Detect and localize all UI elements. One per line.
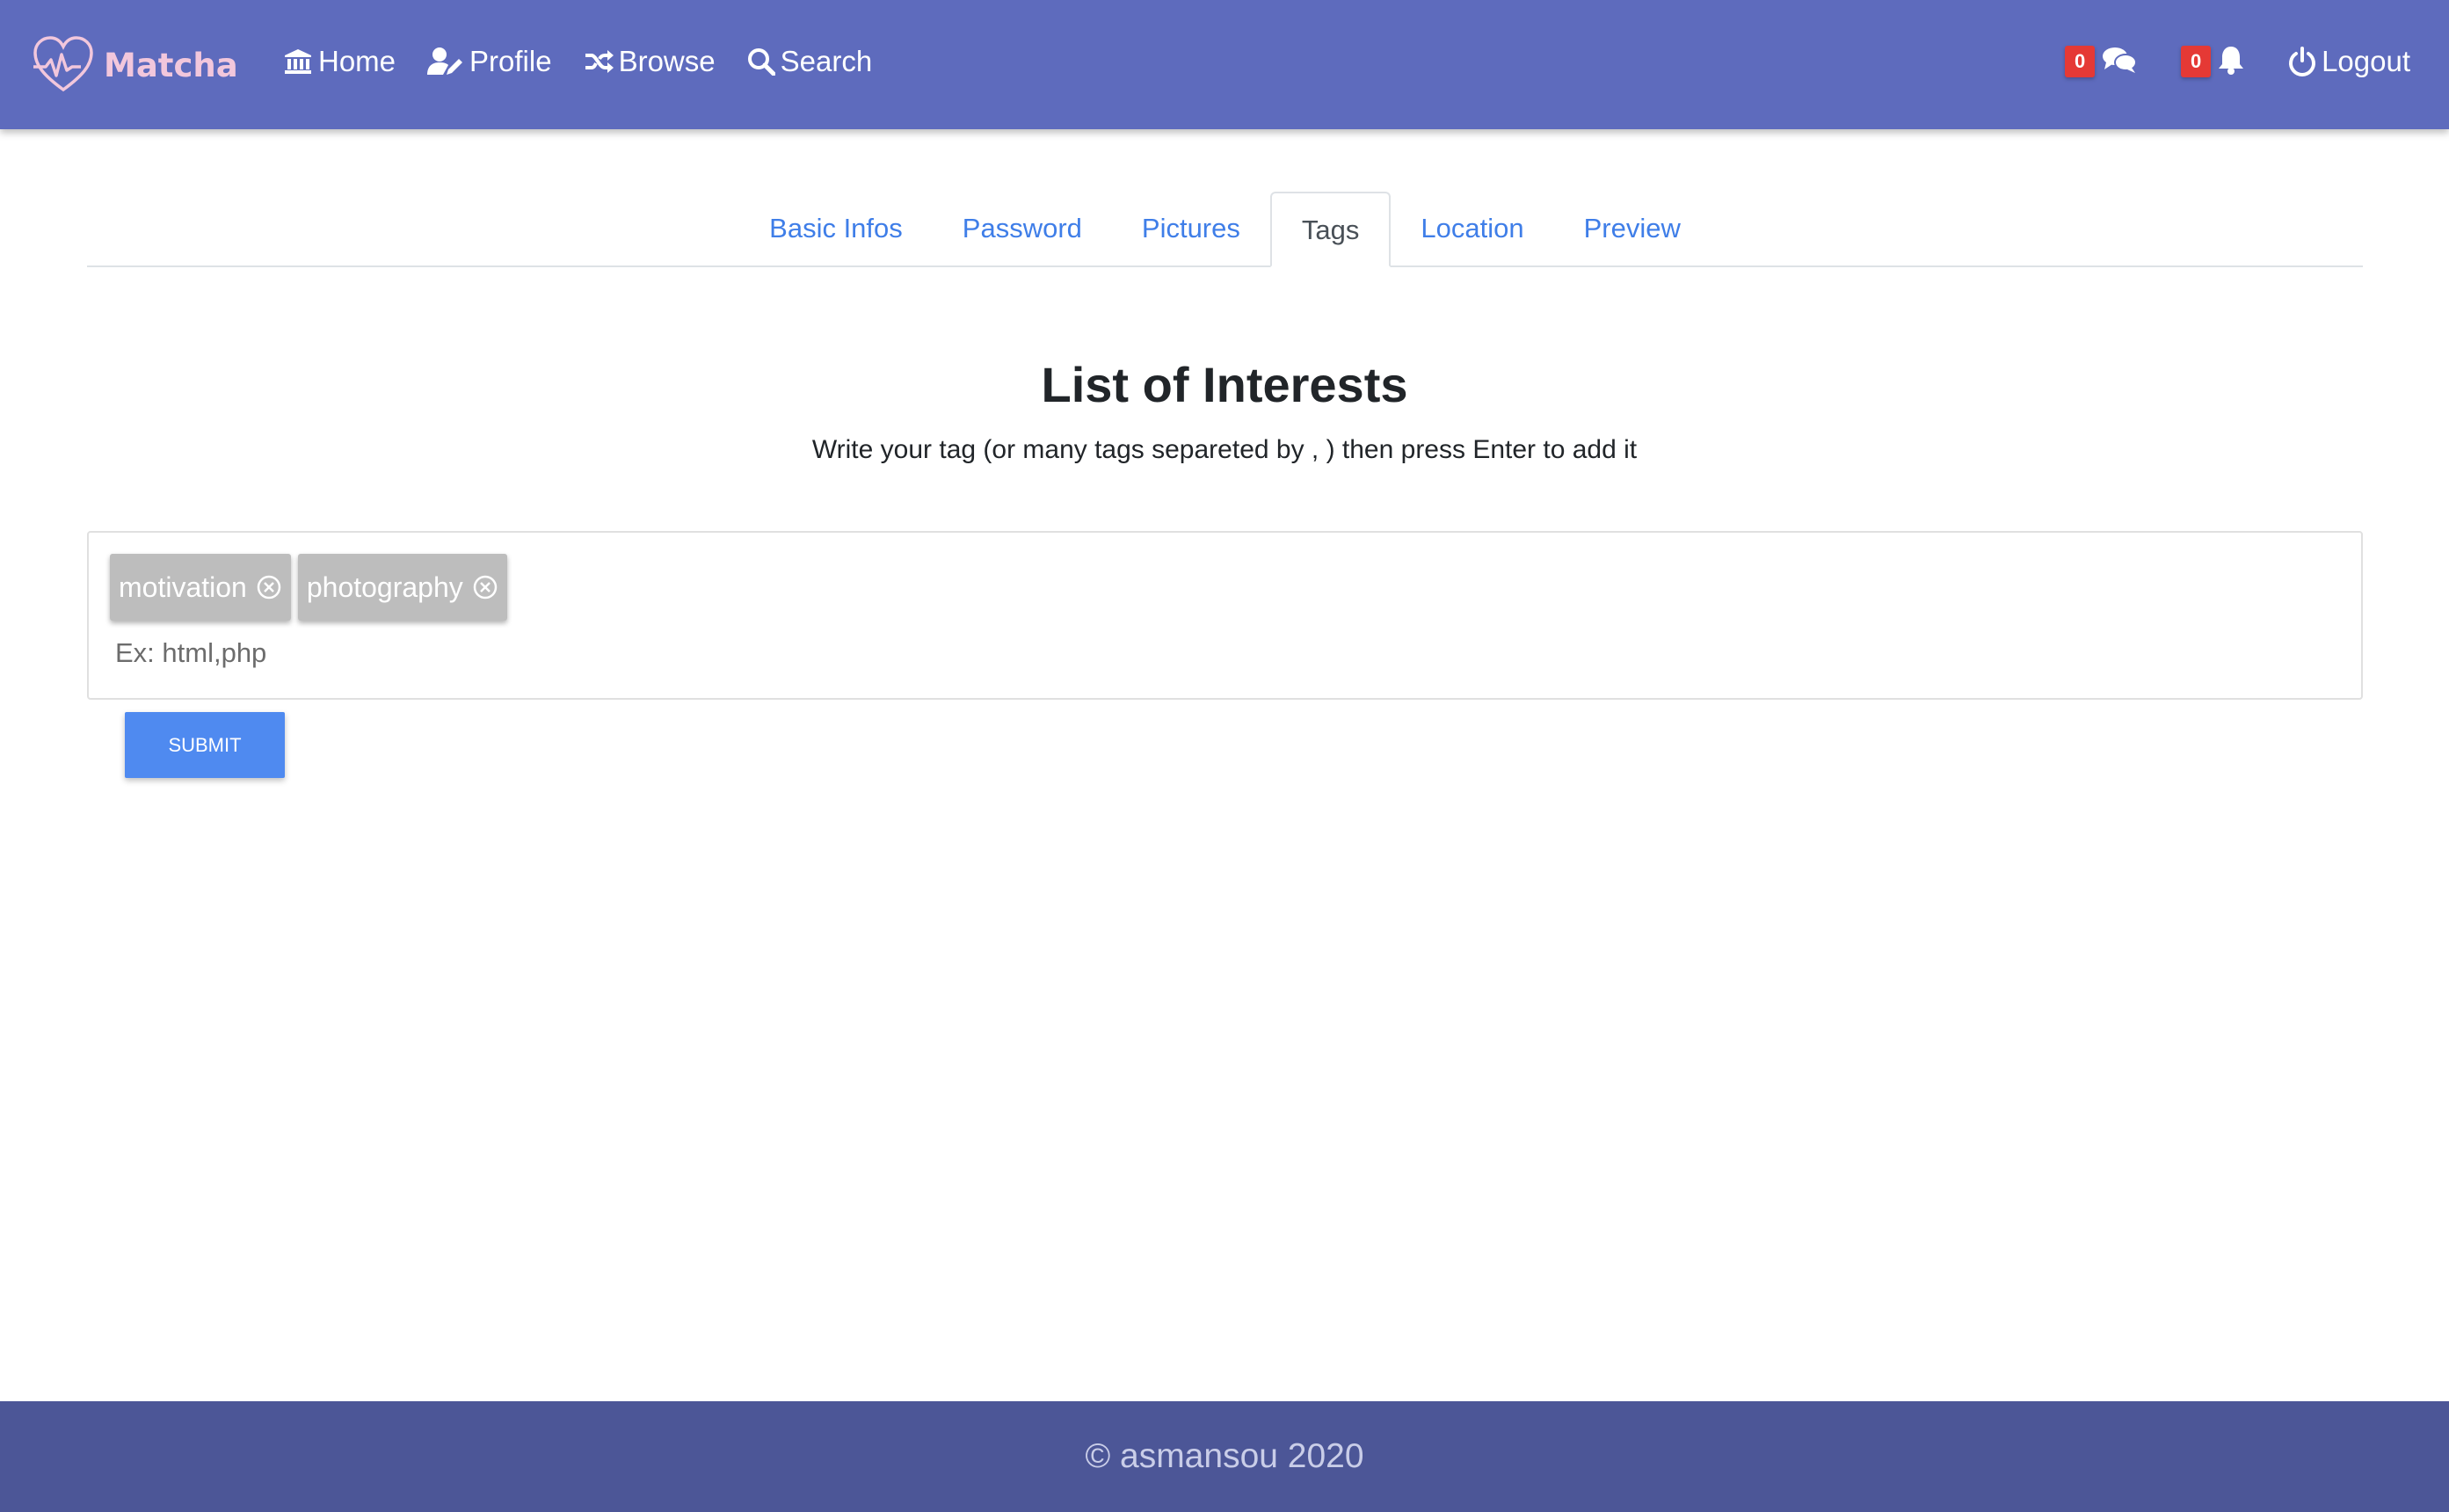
- notifications-button[interactable]: 0: [2181, 45, 2244, 79]
- nav-search-link[interactable]: Search: [747, 45, 873, 78]
- remove-circle-icon[interactable]: [256, 574, 282, 600]
- messages-count-badge: 0: [2065, 46, 2096, 77]
- nav-profile-label: Profile: [469, 45, 552, 77]
- search-icon: [747, 47, 775, 76]
- notifications-count-badge: 0: [2181, 46, 2212, 77]
- tag-chip: photography: [297, 554, 507, 621]
- nav-profile-link[interactable]: Profile: [427, 45, 552, 78]
- power-icon: [2288, 47, 2316, 76]
- brand[interactable]: Matcha: [32, 32, 238, 98]
- heart-logo-icon: [32, 35, 95, 95]
- logout-label: Logout: [2322, 45, 2410, 77]
- nav-browse-label: Browse: [618, 45, 716, 77]
- tags-input-box[interactable]: motivation photography: [87, 531, 2363, 700]
- nav-search-label: Search: [780, 45, 873, 77]
- tag-chip: motivation: [110, 554, 291, 621]
- messages-button[interactable]: 0: [2065, 46, 2138, 78]
- footer: © asmansou 2020: [0, 1401, 2449, 1512]
- bell-icon: [2218, 45, 2244, 79]
- tag-label: motivation: [119, 571, 247, 603]
- comments-icon: [2102, 46, 2138, 78]
- tag-input[interactable]: [115, 631, 1170, 675]
- page-title: List of Interests: [1041, 357, 1408, 412]
- tab-pictures[interactable]: Pictures: [1112, 192, 1270, 265]
- tag-list: motivation photography: [110, 554, 514, 621]
- tab-preview[interactable]: Preview: [1554, 192, 1711, 265]
- nav-links: Home Profile Browse Search: [283, 35, 904, 88]
- remove-circle-icon[interactable]: [472, 574, 498, 600]
- brand-name: Matcha: [104, 46, 238, 84]
- page-subtitle: Write your tag (or many tags separeted b…: [811, 435, 1638, 464]
- tab-tags[interactable]: Tags: [1269, 192, 1392, 267]
- nav-browse-link[interactable]: Browse: [584, 45, 716, 78]
- tab-location[interactable]: Location: [1391, 192, 1553, 265]
- tag-label: photography: [306, 571, 463, 603]
- nav-home-label: Home: [318, 45, 396, 77]
- tab-basic-infos[interactable]: Basic Infos: [739, 192, 933, 265]
- shuffle-icon: [584, 48, 614, 75]
- nav-home-link[interactable]: Home: [283, 45, 396, 78]
- bank-icon: [283, 47, 313, 76]
- tab-password[interactable]: Password: [933, 192, 1112, 265]
- navbar: Matcha Home Profile Browse Search 0 0 Lo…: [0, 0, 2449, 129]
- user-edit-icon: [427, 47, 464, 76]
- logout-button[interactable]: Logout: [2288, 45, 2410, 78]
- nav-right: 0 0 Logout: [2065, 35, 2410, 88]
- submit-button[interactable]: SUBMIT: [125, 712, 285, 778]
- tab-list: Basic Infos Password Pictures Tags Locat…: [87, 192, 2363, 267]
- profile-tabs: Basic Infos Password Pictures Tags Locat…: [87, 192, 2363, 267]
